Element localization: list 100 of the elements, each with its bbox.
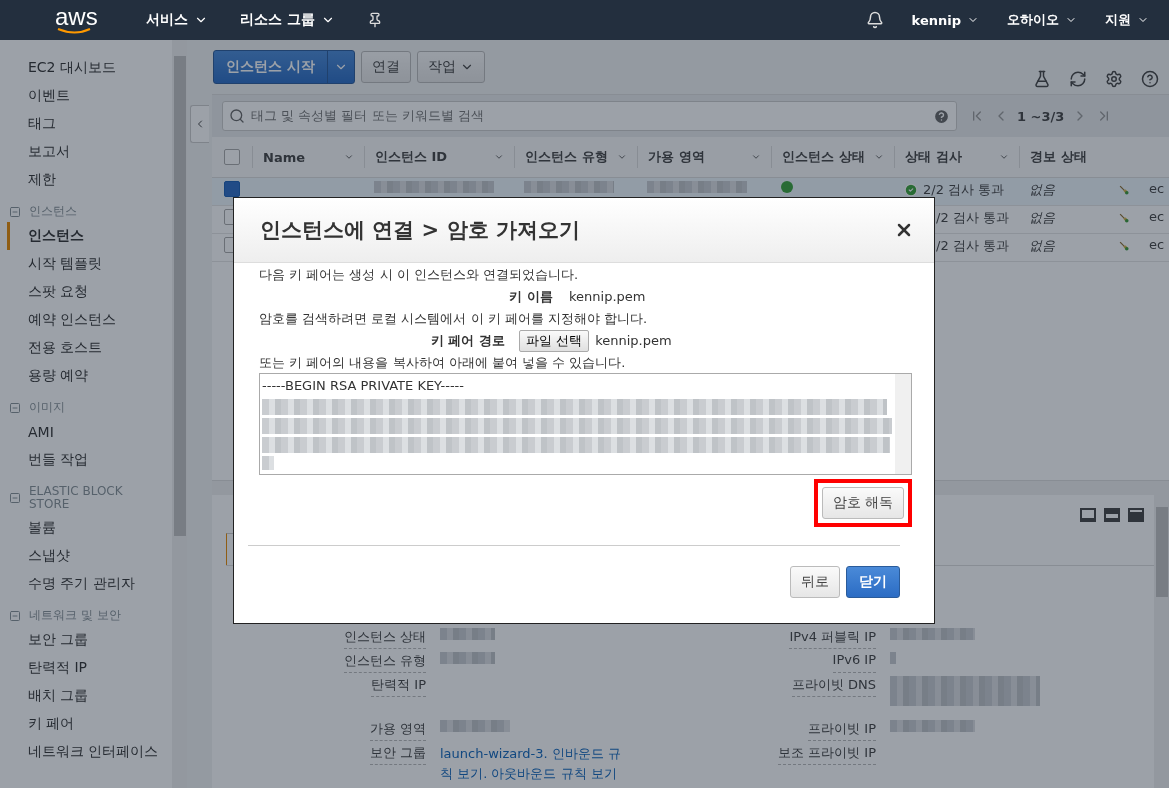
table-cell: ec [1149, 209, 1165, 224]
nav-menu[interactable]: 서비스 [145, 11, 208, 29]
sidebar-item[interactable]: AMI [7, 418, 172, 446]
search-icon [229, 108, 245, 124]
table-cell: 없음 [1029, 209, 1055, 227]
sidebar-item[interactable]: 탄력적 IP [7, 654, 172, 682]
close-button[interactable]: 닫기 [846, 566, 900, 598]
sidebar-item[interactable]: 시작 템플릿 [7, 250, 172, 278]
layout-icon[interactable] [1080, 508, 1096, 522]
section-title: 인스턴스 [29, 205, 77, 219]
key-field[interactable]: -----BEGIN RSA PRIVATE KEY----- [259, 373, 912, 475]
column-header[interactable]: 경보 상태 [1019, 146, 1169, 168]
dialog-title: 인스턴스에 연결 > 암호 가져오기 [260, 217, 581, 244]
field-label: 인스턴스 유형 [343, 652, 426, 673]
scrollbar[interactable] [1154, 495, 1169, 788]
user-menu[interactable]: kennip [911, 12, 979, 28]
region-menu[interactable]: 오하이오 [1007, 11, 1077, 29]
sidebar-item[interactable]: EC2 대시보드 [7, 54, 172, 82]
settings-icon[interactable] [1105, 70, 1123, 88]
sidebar-item[interactable]: 전용 호스트 [7, 334, 172, 362]
sort-caret-icon [751, 152, 761, 162]
security-group-link[interactable]: launch-wizard-3. 인바운드 규칙 보기. 아웃바운드 규칙 보기 [440, 744, 625, 784]
field-label: IPv6 IP [832, 652, 876, 673]
back-button[interactable]: 뒤로 [790, 566, 840, 598]
collapse-icon[interactable] [9, 492, 21, 504]
column-header[interactable]: 인스턴스 상태 [771, 146, 894, 168]
connect-button[interactable]: 연결 [360, 51, 411, 83]
field-label: 가용 영역 [369, 720, 426, 741]
table-cell: 2/2 검사 통과 [923, 181, 1005, 199]
sidebar-item[interactable]: 용량 예약 [7, 362, 172, 390]
section-title: 네트워크 및 보안 [29, 609, 121, 623]
refresh-icon[interactable] [1069, 70, 1087, 88]
field-label: 프라이빗 IP [808, 720, 876, 741]
aws-logo[interactable]: aws [55, 5, 98, 35]
collapse-icon[interactable] [9, 610, 21, 622]
sidebar-item[interactable]: 배치 그룹 [7, 682, 172, 710]
instruction-text: 암호를 검색하려면 로컬 시스템에서 이 키 페어를 지정해야 합니다. [259, 310, 649, 328]
field-label: 탄력적 IP [371, 676, 426, 697]
intro-text: 다음 키 페어는 생성 시 이 인스턴스와 연결되었습니다. [259, 266, 580, 284]
column-header[interactable]: 인스턴스 ID [364, 146, 514, 168]
table-cell: /2 검사 통과 [936, 209, 1009, 227]
table-cell: 없음 [1029, 237, 1055, 255]
field-label: 보안 그룹 [369, 744, 426, 765]
sidebar-item[interactable]: 보안 그룹 [7, 626, 172, 654]
table-cell: /2 검사 통과 [936, 237, 1009, 255]
field-label: IPv4 퍼블릭 IP [789, 628, 876, 649]
checkbox[interactable] [224, 181, 240, 197]
search-field[interactable]: 태그 및 속성별 필터 또는 키워드별 검색 [222, 101, 957, 131]
table-cell: 없음 [1029, 181, 1055, 199]
flask-icon[interactable] [1033, 70, 1051, 88]
sidebar-item[interactable]: 태그 [7, 110, 172, 138]
field-label: 보조 프라이빗 IP [778, 744, 876, 765]
status-dot-icon [781, 181, 793, 193]
collapse-button[interactable] [190, 105, 209, 143]
sidebar-item[interactable]: 예약 인스턴스 [7, 306, 172, 334]
collapse-icon[interactable] [9, 206, 21, 218]
field-label: 인스턴스 상태 [343, 628, 426, 649]
sort-caret-icon [344, 152, 354, 162]
sidebar-item[interactable]: 네트워크 인터페이스 [7, 738, 172, 766]
launch-button[interactable]: 인스턴스 시작 [213, 50, 355, 84]
collapse-icon[interactable] [9, 402, 21, 414]
table-cell: ec [1149, 181, 1165, 196]
sidebar-item[interactable]: 보고서 [7, 138, 172, 166]
field-label: 키 페어 경로 [429, 332, 506, 350]
layout-icon[interactable] [1104, 508, 1120, 522]
actions-button[interactable]: 작업 [416, 51, 485, 83]
sidebar-item[interactable]: 스냅샷 [7, 542, 172, 570]
sidebar-item[interactable]: 제한 [7, 166, 172, 194]
sidebar-item[interactable]: 볼륨 [7, 514, 172, 542]
checkbox[interactable] [224, 149, 240, 165]
redacted-text [262, 456, 274, 470]
sidebar-item[interactable]: 수명 주기 관리자 [7, 570, 172, 598]
bell-icon[interactable] [865, 11, 884, 29]
file-button[interactable]: 파일 선택 [519, 330, 590, 352]
scrollbar[interactable] [895, 374, 911, 474]
help-icon[interactable] [1141, 70, 1159, 88]
key-name: kennip.pem [569, 288, 646, 306]
sidebar-item[interactable]: 키 페어 [7, 710, 172, 738]
sort-caret-icon [999, 152, 1009, 162]
column-header[interactable]: 상태 검사 [894, 146, 1019, 168]
sidebar-item[interactable]: 번들 작업 [7, 446, 172, 474]
sort-caret-icon [617, 152, 627, 162]
field-label: 키 이름 [508, 288, 554, 306]
pagination-text: 1 ~3/3 [1017, 108, 1065, 124]
paste-hint: 또는 키 페어의 내용을 복사하여 아래에 붙여 넣을 수 있습니다. [259, 354, 627, 372]
field-label: 프라이빗 DNS [791, 676, 876, 697]
support-menu[interactable]: 지원 [1105, 11, 1149, 29]
nav-menu[interactable]: 리소스 그룹 [239, 11, 335, 29]
sort-caret-icon [494, 152, 504, 162]
sidebar-item[interactable]: 스팟 요청 [7, 278, 172, 306]
column-header[interactable]: 인스턴스 유형 [514, 146, 637, 168]
section-title: ELASTIC BLOCK STORE [29, 484, 124, 512]
column-header[interactable]: Name [252, 146, 364, 168]
sidebar-item[interactable]: 이벤트 [7, 82, 172, 110]
section-title: 이미지 [29, 401, 65, 415]
column-header[interactable]: 가용 영역 [637, 146, 771, 168]
layout-icon[interactable] [1128, 508, 1144, 522]
file-name: kennip.pem [595, 332, 672, 350]
table-cell: ec [1149, 237, 1165, 252]
decrypt-button[interactable]: 암호 해독 [821, 487, 904, 519]
